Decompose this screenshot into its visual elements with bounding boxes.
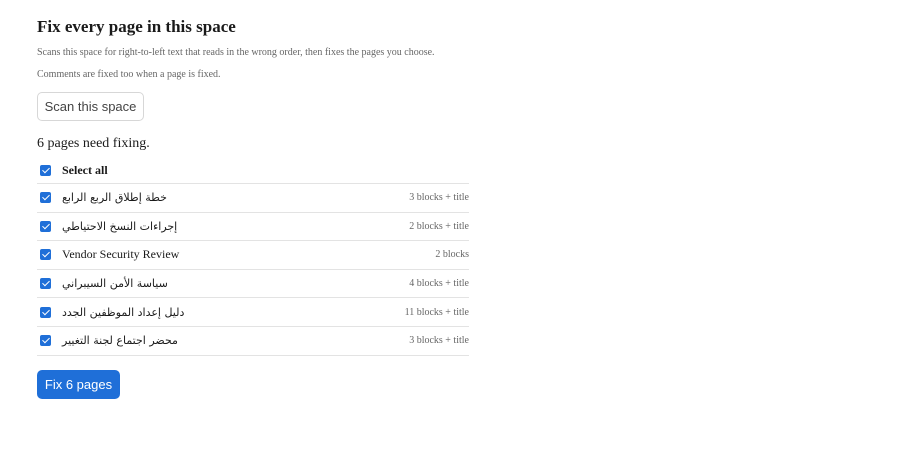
page-title-label: محضر اجتماع لجنة التغيير bbox=[62, 334, 178, 348]
page-block-count: 11 blocks + title bbox=[404, 306, 469, 318]
description-scan: Scans this space for right-to-left text … bbox=[37, 47, 435, 58]
page-block-count: 2 blocks bbox=[435, 249, 469, 261]
page-row[interactable]: Vendor Security Review 2 blocks bbox=[37, 241, 469, 270]
page-row[interactable]: سياسة الأمن السيبراني 4 blocks + title bbox=[37, 270, 469, 299]
page-row[interactable]: خطة إطلاق الربع الرابع 3 blocks + title bbox=[37, 184, 469, 213]
page-title-label: دليل إعداد الموظفين الجدد bbox=[62, 305, 185, 319]
page-title-label: سياسة الأمن السيبراني bbox=[62, 277, 168, 291]
description-comments: Comments are fixed too when a page is fi… bbox=[37, 69, 221, 80]
page-block-count: 4 blocks + title bbox=[409, 278, 469, 290]
fix-space-panel: Fix every page in this space Scans this … bbox=[0, 0, 469, 399]
page-checkbox[interactable] bbox=[40, 192, 51, 204]
page-title-label: Vendor Security Review bbox=[62, 247, 180, 262]
page-checkbox[interactable] bbox=[40, 278, 51, 290]
page-list: Select all خطة إطلاق الربع الرابع 3 bloc… bbox=[37, 157, 469, 356]
page-title: Fix every page in this space bbox=[37, 17, 236, 36]
pages-count-text: 6 pages need fixing. bbox=[37, 136, 150, 151]
fix-pages-button[interactable]: Fix 6 pages bbox=[37, 369, 120, 399]
select-all-label: Select all bbox=[62, 162, 108, 177]
page-checkbox[interactable] bbox=[40, 335, 51, 347]
page-checkbox[interactable] bbox=[40, 249, 51, 261]
page-block-count: 3 blocks + title bbox=[409, 192, 469, 204]
page-title-label: خطة إطلاق الربع الرابع bbox=[62, 191, 167, 205]
page-block-count: 2 blocks + title bbox=[409, 220, 469, 232]
page-checkbox[interactable] bbox=[40, 220, 51, 232]
page-row[interactable]: إجراءات النسخ الاحتياطي 2 blocks + title bbox=[37, 213, 469, 242]
page-row[interactable]: دليل إعداد الموظفين الجدد 11 blocks + ti… bbox=[37, 298, 469, 327]
select-all-row[interactable]: Select all bbox=[37, 157, 469, 184]
page-row[interactable]: محضر اجتماع لجنة التغيير 3 blocks + titl… bbox=[37, 327, 469, 356]
page-checkbox[interactable] bbox=[40, 306, 51, 318]
page-title-label: إجراءات النسخ الاحتياطي bbox=[62, 219, 178, 233]
scan-space-button[interactable]: Scan this space bbox=[37, 92, 144, 121]
page-block-count: 3 blocks + title bbox=[409, 335, 469, 347]
select-all-checkbox[interactable] bbox=[40, 164, 51, 176]
